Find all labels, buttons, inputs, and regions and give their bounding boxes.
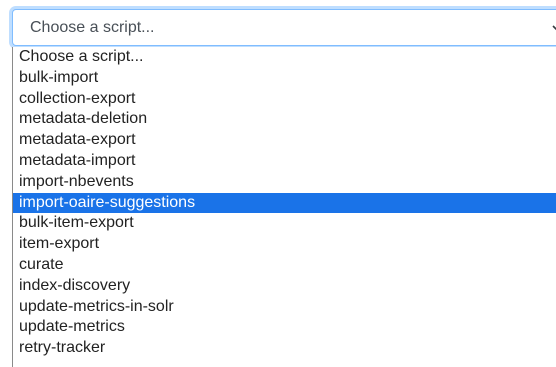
script-select[interactable]: Choose a script... <box>12 9 556 46</box>
option-item-export[interactable]: item-export <box>13 234 556 255</box>
script-options-list: Choose a script... bulk-import collectio… <box>12 47 556 367</box>
script-select-value: Choose a script... <box>30 19 155 36</box>
option-metadata-export[interactable]: metadata-export <box>13 130 556 151</box>
option-bulk-item-export[interactable]: bulk-item-export <box>13 213 556 234</box>
option-import-nbevents[interactable]: import-nbevents <box>13 172 556 193</box>
option-metadata-import[interactable]: metadata-import <box>13 151 556 172</box>
chevron-down-icon <box>552 25 556 31</box>
option-metadata-deletion[interactable]: metadata-deletion <box>13 109 556 130</box>
option-collection-export[interactable]: collection-export <box>13 89 556 110</box>
option-update-metrics[interactable]: update-metrics <box>13 317 556 338</box>
option-index-discovery[interactable]: index-discovery <box>13 276 556 297</box>
option-curate[interactable]: curate <box>13 255 556 276</box>
option-bulk-import[interactable]: bulk-import <box>13 68 556 89</box>
option-choose-a-script[interactable]: Choose a script... <box>13 47 556 68</box>
option-update-metrics-in-solr[interactable]: update-metrics-in-solr <box>13 297 556 318</box>
option-import-oaire-suggestions[interactable]: import-oaire-suggestions <box>13 192 556 214</box>
